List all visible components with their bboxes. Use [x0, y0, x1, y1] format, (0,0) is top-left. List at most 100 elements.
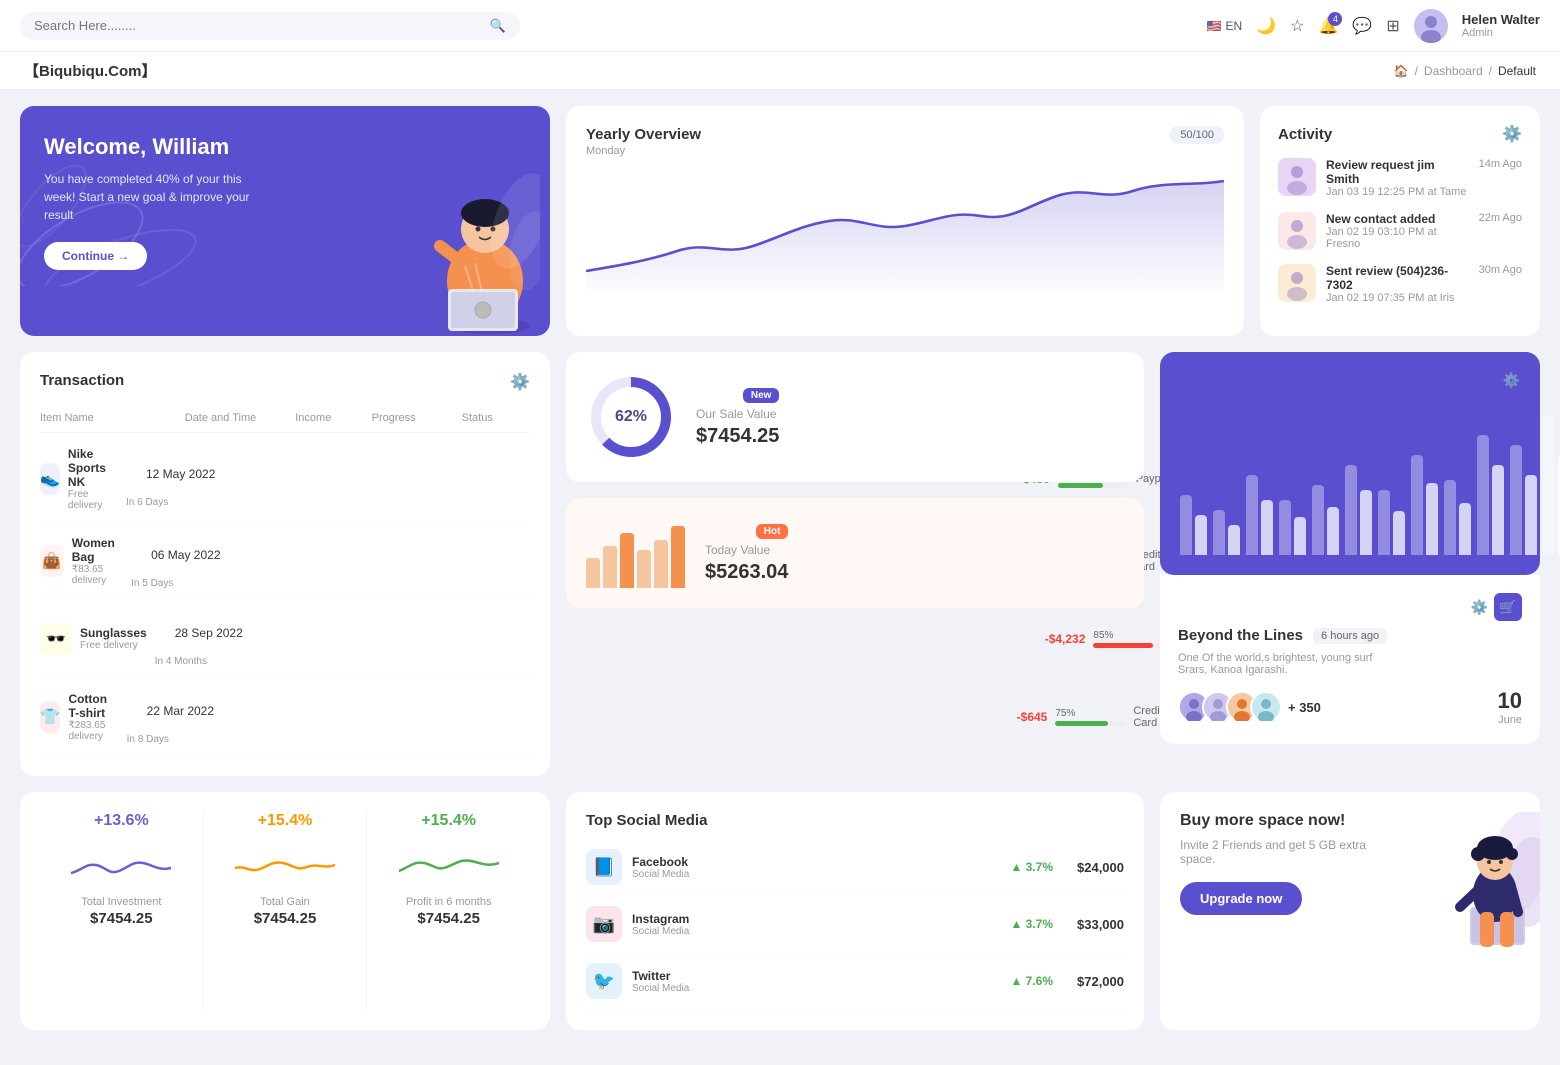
item-cell: 👜 Women Bag ₹83.65 delivery: [40, 536, 123, 586]
chart-settings-1[interactable]: ⚙️: [1503, 372, 1520, 389]
stats-mini-card: +13.6% Total Investment $7454.25 +15.4% …: [20, 792, 550, 1030]
sparkline-2: [367, 838, 530, 888]
search-input[interactable]: [34, 18, 482, 33]
item-icon: 🕶️: [40, 623, 72, 655]
activity-info: New contact added Jan 02 19 03:10 PM at …: [1326, 212, 1469, 250]
item-cell: 🕶️ Sunglasses Free delivery: [40, 623, 147, 655]
table-row: 👟 Nike Sports NK Free delivery 12 May 20…: [40, 437, 530, 522]
social-pct: ▲ 3.7%: [1010, 860, 1053, 874]
transaction-card: Transaction ⚙️ Item Name Date and Time I…: [20, 352, 550, 776]
breadcrumb-dashboard[interactable]: Dashboard: [1424, 64, 1483, 78]
language-selector[interactable]: 🇺🇸 EN: [1207, 19, 1243, 33]
social-info: Facebook Social Media: [632, 855, 689, 880]
hot-badge: Hot: [756, 524, 789, 539]
bookmark-icon[interactable]: ☆: [1290, 16, 1304, 36]
bar-chart-area: [1180, 405, 1520, 555]
sale-value: $7454.25: [696, 425, 779, 448]
activity-title: Activity: [1278, 126, 1332, 143]
lang-label: EN: [1226, 19, 1243, 33]
beyond-card: ⚙️ 🛒 Beyond the Lines 6 hours ago One Of…: [1160, 575, 1540, 744]
second-row: Transaction ⚙️ Item Name Date and Time I…: [0, 352, 1560, 792]
stat-label-0: Total Investment: [40, 896, 203, 908]
plus-count: + 350: [1288, 700, 1321, 715]
welcome-illustration: [330, 106, 540, 336]
beyond-desc: One Of the world,s brightest, young surf…: [1178, 652, 1522, 676]
stat-label-1: Total Gain: [204, 896, 367, 908]
avatar-4: [1250, 691, 1282, 723]
activity-item: New contact added Jan 02 19 03:10 PM at …: [1278, 212, 1522, 250]
item-icon: 👕: [40, 701, 60, 733]
transaction-title: Transaction: [40, 372, 124, 389]
table-row: 🕶️ Sunglasses Free delivery 28 Sep 2022 …: [40, 600, 530, 678]
sparkline-1: [204, 838, 367, 888]
first-row: Welcome, William You have completed 40% …: [0, 90, 1560, 352]
activity-time: 30m Ago: [1479, 264, 1522, 276]
today-value: $5263.04: [705, 561, 788, 584]
brand-logo: 【Biqubiqu.Com】: [24, 60, 156, 81]
user-info: Helen Walter Admin: [1462, 12, 1540, 39]
stat-value-2: $7454.25: [367, 910, 530, 927]
sale-cards: 62% New Our Sale Value $7454.25 Hot: [566, 352, 1144, 776]
upgrade-desc: Invite 2 Friends and get 5 GB extra spac…: [1180, 838, 1390, 866]
beyond-title: Beyond the Lines: [1178, 627, 1303, 644]
search-bar[interactable]: 🔍: [20, 12, 520, 40]
expand-icon[interactable]: ⊞: [1386, 16, 1399, 36]
activity-card: Activity ⚙️ Review request jim Smith Jan…: [1260, 106, 1540, 336]
activity-info: Review request jim Smith Jan 03 19 12:25…: [1326, 158, 1469, 198]
welcome-subtitle: You have completed 40% of your this week…: [44, 170, 264, 224]
donut-label: 62%: [615, 408, 647, 426]
item-icon: 👜: [40, 545, 64, 577]
social-val: $24,000: [1077, 860, 1124, 875]
social-val: $33,000: [1077, 917, 1124, 932]
table-row: 👜 Women Bag ₹83.65 delivery 06 May 2022 …: [40, 522, 530, 600]
avatar-stack: [1178, 691, 1282, 723]
third-row: +13.6% Total Investment $7454.25 +15.4% …: [0, 792, 1560, 1046]
activity-time: 14m Ago: [1479, 158, 1522, 170]
activity-settings[interactable]: ⚙️: [1502, 124, 1522, 144]
message-icon[interactable]: 💬: [1352, 16, 1372, 36]
social-row: 📷 Instagram Social Media ▲ 3.7% $33,000: [586, 896, 1124, 953]
notification-bell[interactable]: 🔔 4: [1318, 16, 1338, 36]
new-sale-card: 62% New Our Sale Value $7454.25: [566, 352, 1144, 482]
activity-header: Activity ⚙️: [1278, 124, 1522, 144]
social-icon: 🐦: [586, 963, 622, 999]
today-label: Today Value: [705, 543, 788, 557]
social-val: $72,000: [1077, 974, 1124, 989]
social-icon: 📘: [586, 849, 622, 885]
activity-time: 22m Ago: [1479, 212, 1522, 224]
col-income: Income: [295, 412, 363, 424]
activity-list: Review request jim Smith Jan 03 19 12:25…: [1278, 158, 1522, 304]
cart-button[interactable]: 🛒: [1494, 593, 1522, 621]
activity-item: Sent review (504)236-7302 Jan 02 19 07:3…: [1278, 264, 1522, 304]
social-title: Top Social Media: [586, 812, 707, 829]
col-date: Date and Time: [185, 412, 288, 424]
nav-right: 🇺🇸 EN 🌙 ☆ 🔔 4 💬 ⊞ Helen Walter Admin: [1207, 9, 1540, 43]
stat-pct-2: +15.4%: [367, 812, 530, 830]
yearly-badge: 50/100: [1170, 126, 1224, 144]
sale-label: Our Sale Value: [696, 407, 779, 421]
dark-mode-toggle[interactable]: 🌙: [1256, 16, 1276, 36]
upgrade-button[interactable]: Upgrade now: [1180, 882, 1302, 915]
flag-icon: 🇺🇸: [1207, 19, 1222, 33]
transaction-settings[interactable]: ⚙️: [510, 372, 530, 392]
social-row: 🐦 Twitter Social Media ▲ 7.6% $72,000: [586, 953, 1124, 1010]
activity-thumb: [1278, 158, 1316, 196]
sparkline-0: [40, 838, 203, 888]
user-role: Admin: [1462, 27, 1540, 39]
chart-settings-2[interactable]: ⚙️: [1471, 593, 1488, 621]
avatar[interactable]: [1414, 9, 1448, 43]
activity-thumb: [1278, 264, 1316, 302]
stat-pct-1: +15.4%: [204, 812, 367, 830]
breadcrumb-default: Default: [1498, 64, 1536, 78]
item-icon: 👟: [40, 463, 60, 495]
social-icon: 📷: [586, 906, 622, 942]
home-icon[interactable]: 🏠: [1394, 64, 1409, 78]
breadcrumb: 🏠 / Dashboard / Default: [1394, 64, 1536, 78]
stat-gain: +15.4% Total Gain $7454.25: [204, 812, 367, 1010]
breadcrumb-bar: 【Biqubiqu.Com】 🏠 / Dashboard / Default: [0, 52, 1560, 90]
social-pct: ▲ 7.6%: [1010, 974, 1053, 988]
yearly-day: Monday: [586, 145, 701, 157]
table-row: 👕 Cotton T-shirt ₹283.65 delivery 22 Mar…: [40, 678, 530, 756]
upgrade-illustration: [1400, 812, 1540, 952]
table-header: Item Name Date and Time Income Progress …: [40, 404, 530, 433]
